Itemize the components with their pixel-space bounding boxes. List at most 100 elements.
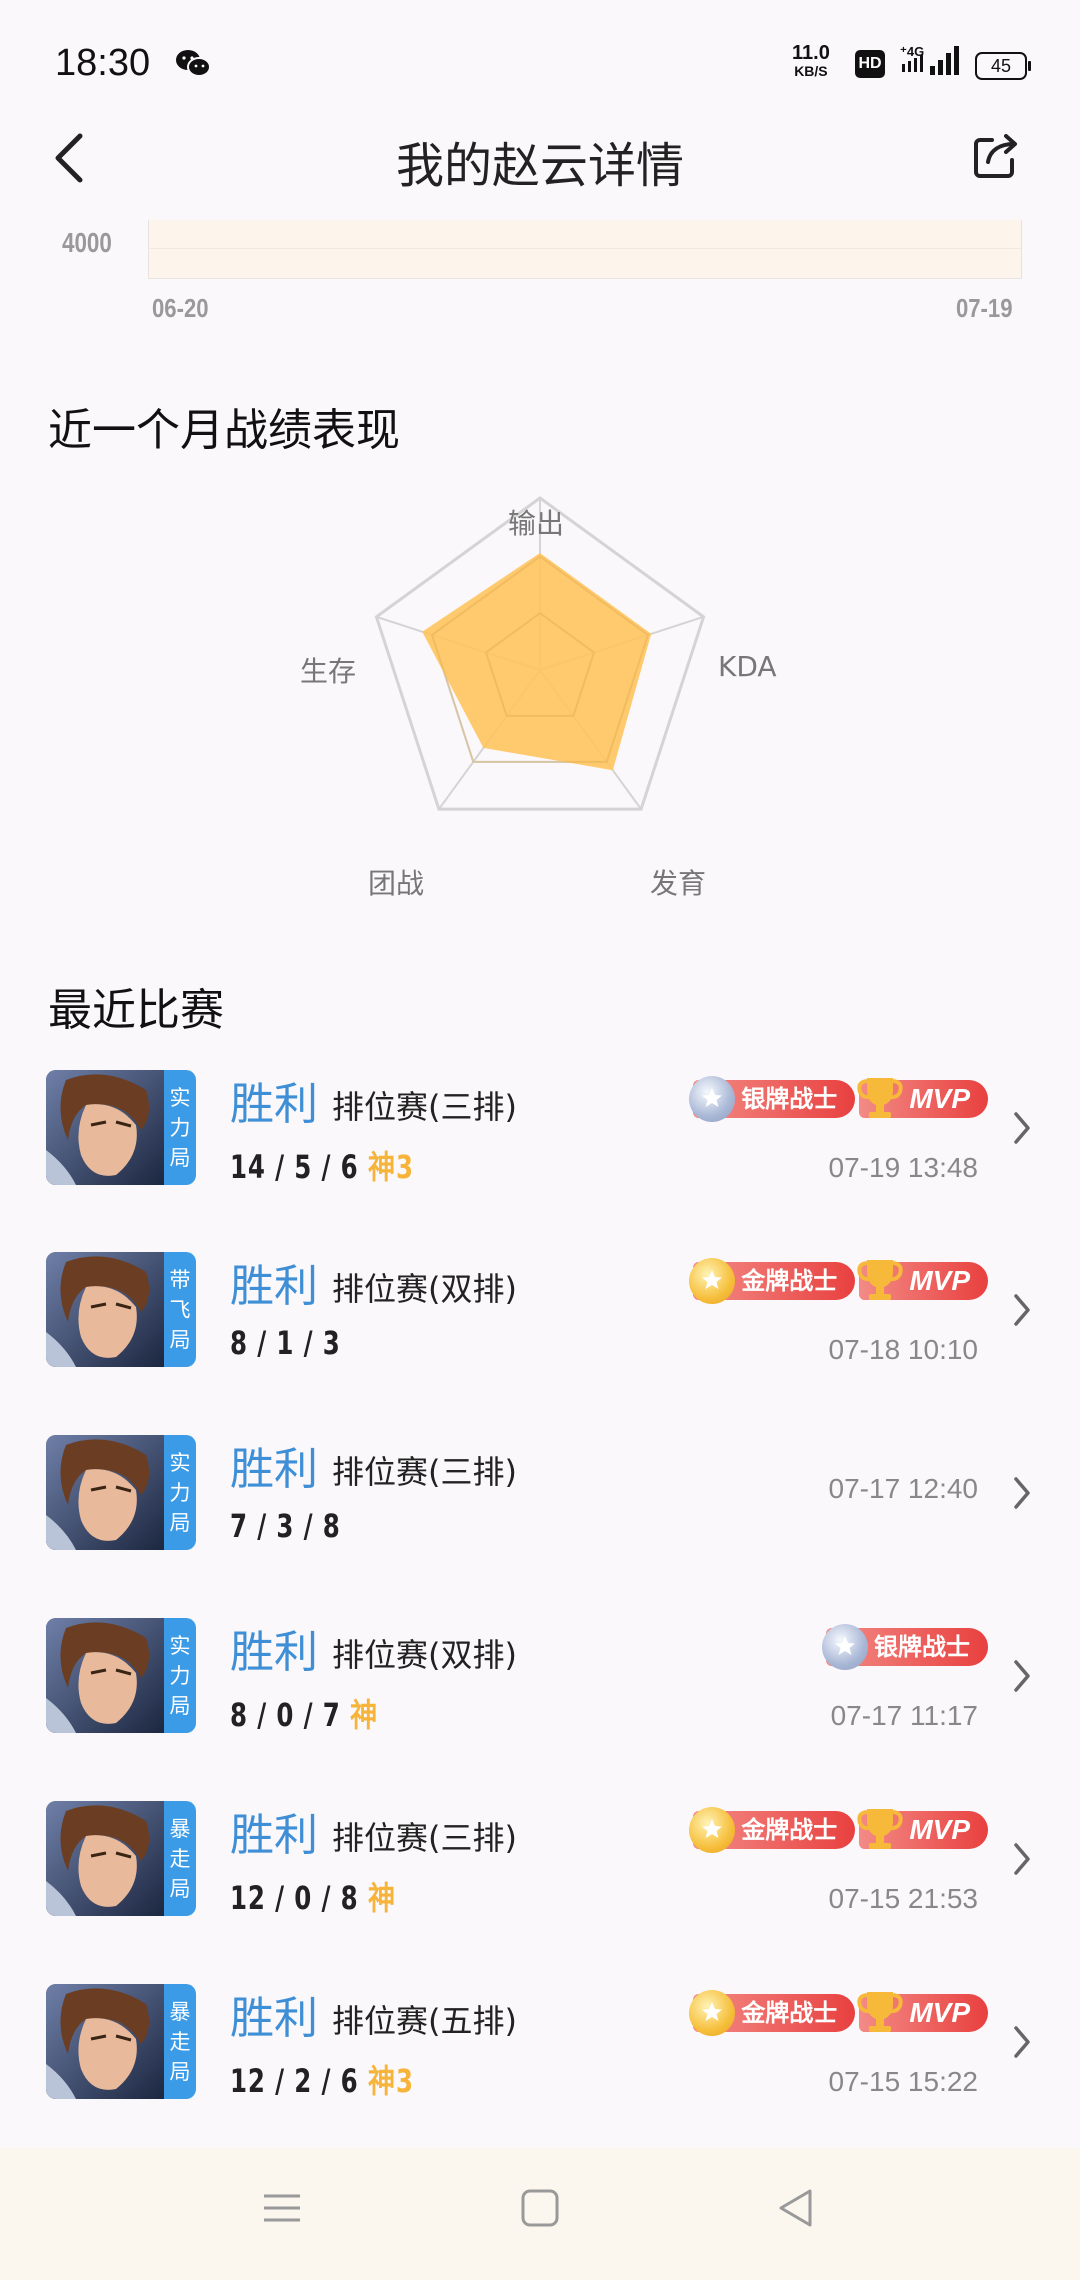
match-row[interactable]: 实力局 胜利 排位赛(三排) 14 / 5 / 6 神3 银牌战士 MVP 07-19 13… xyxy=(0,1070,1080,1230)
medal-icon xyxy=(689,1807,736,1853)
home-square-icon xyxy=(521,2189,559,2227)
tag-char: 实 xyxy=(169,1633,191,1658)
hero-portrait xyxy=(46,1984,164,2099)
tag-char: 走 xyxy=(169,1846,191,1871)
tag-char: 局 xyxy=(169,1510,191,1535)
tag-char: 力 xyxy=(169,1115,191,1140)
gold-medal-badge: 金牌战士 xyxy=(689,1807,856,1853)
signal-icon: ⁺4G xyxy=(900,44,962,82)
hero-portrait xyxy=(46,1801,164,1916)
wechat-icon xyxy=(175,48,211,82)
net-speed-unit: KB/S xyxy=(794,63,828,79)
match-result: 胜利 xyxy=(230,1444,318,1495)
chevron-right-icon xyxy=(1014,1294,1030,1326)
match-row[interactable]: 暴走局 胜利 排位赛(五排) 12 / 2 / 6 神3 金牌战士 MVP 07-15 15… xyxy=(0,1984,1080,2144)
match-type-tag: 暴走局 xyxy=(164,1984,196,2099)
match-kda: 12 / 0 / 8 神 xyxy=(230,1873,396,1919)
radar-value-area xyxy=(422,553,652,771)
match-detail-chevron[interactable] xyxy=(1012,1292,1032,1332)
match-badges: 金牌战士 MVP xyxy=(689,1990,988,2036)
medal-icon xyxy=(689,1076,736,1122)
match-result: 胜利 xyxy=(230,1261,318,1312)
match-type-tag: 实力局 xyxy=(164,1618,196,1733)
hero-avatar: 暴走局 xyxy=(46,1801,196,1916)
hero-portrait xyxy=(46,1618,164,1733)
match-badges: 金牌战士 MVP xyxy=(689,1258,988,1304)
kda-value: 12 / 2 / 6 xyxy=(230,2062,359,2100)
match-badges: 金牌战士 MVP xyxy=(689,1807,988,1853)
match-time: 07-17 11:17 xyxy=(830,1700,978,1731)
mvp-label: MVP xyxy=(909,1265,970,1296)
medal-icon xyxy=(689,1258,736,1304)
share-button[interactable] xyxy=(970,130,1030,190)
god-label: 神 xyxy=(367,1148,396,1186)
radar-chart: 输出 KDA 发育 团战 生存 xyxy=(280,490,800,910)
page-title: 我的赵云详情 xyxy=(395,138,684,194)
match-mode: 排位赛(三排) xyxy=(332,1453,517,1491)
match-type-tag: 实力局 xyxy=(164,1070,196,1185)
trophy-icon xyxy=(857,1078,903,1118)
menu-button[interactable] xyxy=(262,2188,302,2232)
mvp-badge: MVP xyxy=(857,1809,988,1849)
match-time: 07-19 13:48 xyxy=(828,1152,978,1183)
tag-char: 局 xyxy=(169,1693,191,1718)
medal-label: 银牌战士 xyxy=(741,1085,838,1113)
match-kda: 8 / 1 / 3 xyxy=(230,1324,341,1362)
match-detail-chevron[interactable] xyxy=(1012,1841,1032,1881)
chevron-right-icon xyxy=(1014,1112,1030,1144)
match-row[interactable]: 实力局 胜利 排位赛(双排) 8 / 0 / 7 神 银牌战士 07-17 11:17 xyxy=(0,1618,1080,1778)
match-time: 07-18 10:10 xyxy=(828,1334,978,1365)
radar-label-teamfight: 团战 xyxy=(368,867,425,900)
hero-portrait xyxy=(46,1252,164,1367)
silver-medal-badge: 银牌战士 xyxy=(822,1624,988,1670)
match-detail-chevron[interactable] xyxy=(1012,2024,1032,2064)
tag-char: 局 xyxy=(169,1327,191,1352)
silver-medal-badge: 银牌战士 xyxy=(689,1076,856,1122)
match-result: 胜利 xyxy=(230,1993,318,2044)
kda-value: 8 / 0 / 7 xyxy=(230,1696,341,1734)
match-type-tag: 实力局 xyxy=(164,1435,196,1550)
match-mode: 排位赛(双排) xyxy=(332,1270,517,1308)
match-result: 胜利 xyxy=(230,1627,318,1678)
hero-avatar: 实力局 xyxy=(46,1435,196,1550)
match-kda: 12 / 2 / 6 神3 xyxy=(230,2056,414,2102)
chevron-right-icon xyxy=(1014,2026,1030,2058)
kda-value: 8 / 1 / 3 xyxy=(230,1324,341,1362)
match-detail-chevron[interactable] xyxy=(1012,1110,1032,1150)
match-time: 07-15 15:22 xyxy=(828,2066,978,2097)
match-row[interactable]: 带飞局 胜利 排位赛(双排) 8 / 1 / 3 金牌战士 MVP 07-18 10:10 xyxy=(0,1252,1080,1412)
tag-char: 局 xyxy=(169,2059,191,2084)
radar-label-growth: 发育 xyxy=(650,867,707,900)
gold-medal-badge: 金牌战士 xyxy=(689,1258,856,1304)
tag-char: 飞 xyxy=(169,1297,191,1322)
tag-char: 力 xyxy=(169,1663,191,1688)
match-row[interactable]: 暴走局 胜利 排位赛(三排) 12 / 0 / 8 神 金牌战士 MVP 07-15 21:… xyxy=(0,1801,1080,1961)
medal-label: 金牌战士 xyxy=(741,1816,838,1844)
status-time: 18:30 xyxy=(55,42,151,84)
home-button[interactable] xyxy=(520,2188,560,2232)
back-nav-button[interactable] xyxy=(776,2188,816,2232)
gold-medal-badge: 金牌战士 xyxy=(689,1990,856,2036)
y-tick-label: 4000 xyxy=(62,227,112,258)
radar-label-survival: 生存 xyxy=(300,655,357,688)
trophy-icon xyxy=(857,1260,903,1300)
x-tick-start: 06-20 xyxy=(152,293,209,323)
trophy-icon xyxy=(857,1809,903,1849)
god-count: 3 xyxy=(395,1148,414,1186)
hero-portrait xyxy=(46,1435,164,1550)
page-header: 我的赵云详情 xyxy=(0,120,1080,220)
match-detail-chevron[interactable] xyxy=(1012,1475,1032,1515)
status-bar: 18:30 11.0 KB/S HD ⁺4G 45 xyxy=(0,0,1080,120)
radar-label-output: 输出 xyxy=(508,507,565,540)
mvp-badge: MVP xyxy=(857,1078,988,1118)
performance-title: 近一个月战绩表现 xyxy=(48,405,400,456)
match-mode: 排位赛(五排) xyxy=(332,2002,517,2040)
chevron-right-icon xyxy=(1014,1660,1030,1692)
match-result: 胜利 xyxy=(230,1810,318,1861)
x-tick-end: 07-19 xyxy=(955,293,1012,323)
tag-char: 走 xyxy=(169,2029,191,2054)
match-row[interactable]: 实力局 胜利 排位赛(三排) 7 / 3 / 8 07-17 12:40 xyxy=(0,1435,1080,1595)
medal-label: 金牌战士 xyxy=(741,1999,838,2027)
match-result: 胜利 xyxy=(230,1079,318,1130)
match-detail-chevron[interactable] xyxy=(1012,1658,1032,1698)
